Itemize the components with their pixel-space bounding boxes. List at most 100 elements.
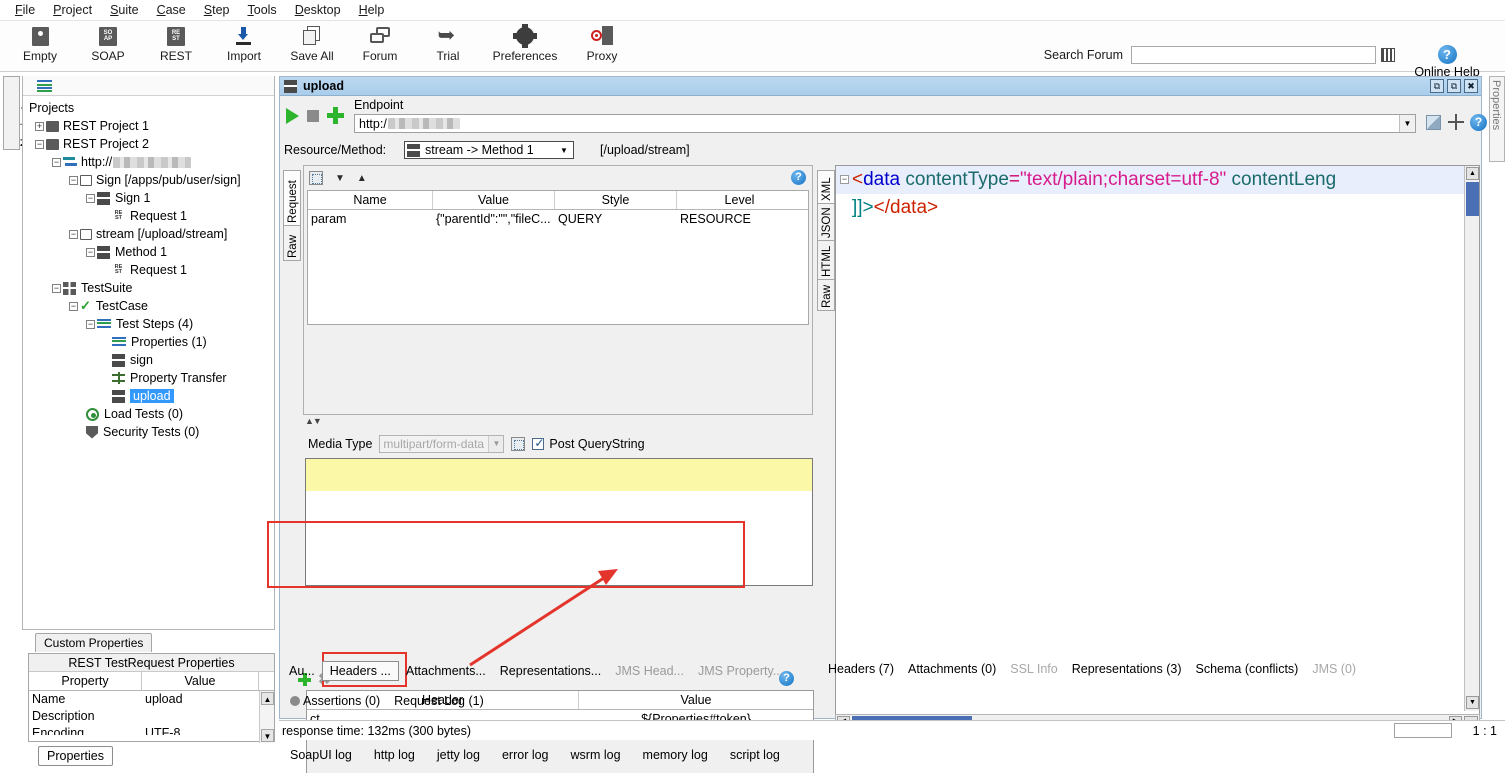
column-header-value[interactable]: Value (579, 691, 813, 709)
expander-icon[interactable]: − (86, 194, 95, 203)
tab-wsrm-log[interactable]: wsrm log (571, 748, 621, 762)
tree-item-endpoint[interactable]: − http:// (27, 153, 274, 171)
table-row[interactable]: Name upload (29, 691, 274, 708)
table-row[interactable]: param {"parentId":"","fileC... QUERY RES… (308, 210, 808, 229)
menu-item-tools[interactable]: Tools (239, 1, 286, 19)
toolbar-button-preferences[interactable]: Preferences (482, 24, 568, 63)
tree-item-stream-resource[interactable]: − stream [/upload/stream] (27, 225, 274, 243)
menu-item-suite[interactable]: Suite (101, 1, 148, 19)
close-icon[interactable]: ✖ (1464, 79, 1478, 93)
post-querystring-checkbox-wrap[interactable]: Post QueryString (532, 437, 644, 451)
expander-icon[interactable]: − (69, 230, 78, 239)
tab-soapui-log[interactable]: SoapUI log (290, 748, 352, 762)
toolbar-button-import[interactable]: Import (210, 24, 278, 63)
custom-properties-scrollbar[interactable]: ▲ ▼ (259, 691, 274, 743)
tab-ssl-info[interactable]: SSL Info (1010, 662, 1058, 676)
media-type-edit-icon[interactable] (511, 437, 525, 451)
resource-method-combo[interactable]: stream -> Method 1 ▼ (404, 141, 574, 159)
add-icon[interactable] (327, 107, 344, 124)
params-help-icon[interactable]: ? (791, 170, 806, 185)
maximize-icon[interactable]: ⧉ (1447, 79, 1461, 93)
scroll-down-icon[interactable]: ▼ (261, 729, 274, 742)
tab-schema[interactable]: Schema (conflicts) (1196, 662, 1299, 676)
stop-icon[interactable] (307, 110, 319, 122)
tree-item-security-tests[interactable]: Security Tests (0) (27, 423, 274, 441)
search-icon[interactable] (1381, 48, 1395, 62)
tab-assertions[interactable]: Assertions (0) (290, 694, 380, 708)
vertical-tab-xml[interactable]: XML (817, 170, 835, 204)
tab-jetty-log[interactable]: jetty log (437, 748, 480, 762)
tab-jms-headers[interactable]: JMS Head... (608, 662, 691, 680)
tree-item-property-transfer[interactable]: Property Transfer (27, 369, 274, 387)
tab-response-representations[interactable]: Representations (3) (1072, 662, 1182, 676)
tab-error-log[interactable]: error log (502, 748, 549, 762)
tree-item-test-steps[interactable]: − Test Steps (4) (27, 315, 274, 333)
toolbar-button-trial[interactable]: ➥ Trial (414, 24, 482, 63)
endpoint-edit-icon[interactable] (1426, 115, 1441, 130)
tab-custom-properties[interactable]: Custom Properties (35, 633, 152, 652)
tree-item-testsuite[interactable]: − TestSuite (27, 279, 274, 297)
expander-icon[interactable]: − (86, 320, 95, 329)
chevron-down-icon[interactable]: ▼ (335, 173, 345, 184)
expander-icon[interactable]: − (52, 284, 61, 293)
menu-item-project[interactable]: Project (44, 1, 101, 19)
tree-item-sign-method[interactable]: − Sign 1 (27, 189, 274, 207)
tab-attachments[interactable]: Attachments... (399, 662, 493, 680)
toolbar-button-soap[interactable]: SOAP SOAP (74, 24, 142, 63)
online-help-button[interactable]: ? Online Help (1399, 45, 1495, 79)
scroll-up-icon[interactable]: ▲ (1466, 167, 1479, 180)
tree-item-sign-step[interactable]: sign (27, 351, 274, 369)
expander-icon[interactable]: + (35, 122, 44, 131)
tab-headers[interactable]: Headers ... (322, 661, 399, 681)
expander-icon[interactable]: − (69, 302, 78, 311)
tree-item-upload-step[interactable]: upload (27, 387, 274, 405)
menu-item-desktop[interactable]: Desktop (286, 1, 350, 19)
expander-icon[interactable]: − (52, 158, 61, 167)
vertical-tab-request[interactable]: Request (283, 170, 301, 226)
restore-down-icon[interactable]: ⧉ (1430, 79, 1444, 93)
chevron-down-icon[interactable]: ▼ (488, 436, 503, 452)
tab-auth[interactable]: Au... (282, 662, 322, 680)
toolbar-button-empty[interactable]: Empty (6, 24, 74, 63)
media-type-combo[interactable]: multipart/form-data ▼ (379, 435, 504, 453)
navigator-vertical-tab[interactable]: Navigator (3, 76, 20, 150)
tab-representations[interactable]: Representations... (493, 662, 608, 680)
column-header-value[interactable]: Value (433, 191, 555, 209)
search-input[interactable] (1131, 46, 1376, 64)
vertical-tab-html[interactable]: HTML (817, 240, 835, 280)
tab-script-log[interactable]: script log (730, 748, 780, 762)
toolbar-button-proxy[interactable]: Proxy (568, 24, 636, 63)
endpoint-combo[interactable]: http:/ ▼ (354, 114, 1416, 133)
tree-item-sign-request[interactable]: REST Request 1 (27, 207, 274, 225)
toolbar-button-save-all[interactable]: Save All (278, 24, 346, 63)
table-row[interactable]: Description (29, 708, 274, 725)
column-header-value[interactable]: Value (142, 672, 259, 690)
column-header-property[interactable]: Property (29, 672, 142, 690)
expander-icon[interactable]: − (35, 140, 44, 149)
endpoint-add-icon[interactable] (1448, 114, 1464, 130)
list-view-icon[interactable] (37, 80, 52, 91)
chevron-up-icon[interactable]: ▲ (357, 173, 367, 184)
tree-item-stream-request[interactable]: REST Request 1 (27, 261, 274, 279)
menu-item-step[interactable]: Step (195, 1, 239, 19)
expander-icon[interactable]: − (69, 176, 78, 185)
expand-params-icon[interactable] (309, 171, 323, 185)
response-xml-editor[interactable]: − <data contentType="text/plain;charset=… (835, 165, 1480, 725)
pane-splitter[interactable]: ▲▼ (305, 416, 321, 426)
vertical-tab-json[interactable]: JSON (817, 203, 835, 241)
scrollbar-thumb[interactable] (1466, 182, 1479, 216)
tree-item-stream-method[interactable]: − Method 1 (27, 243, 274, 261)
menu-item-file[interactable]: File (6, 1, 44, 19)
tab-http-log[interactable]: http log (374, 748, 415, 762)
fold-toggle-icon[interactable]: − (840, 175, 849, 184)
column-header-name[interactable]: Name (308, 191, 433, 209)
run-icon[interactable] (286, 108, 299, 124)
column-header-style[interactable]: Style (555, 191, 677, 209)
tab-jms[interactable]: JMS (0) (1312, 662, 1356, 676)
table-row[interactable]: Encoding UTF-8 (29, 725, 274, 735)
post-querystring-checkbox[interactable] (532, 438, 544, 450)
tree-item-rest-project-1[interactable]: + REST Project 1 (27, 117, 274, 135)
tab-response-headers[interactable]: Headers (7) (828, 662, 894, 676)
scroll-up-icon[interactable]: ▲ (261, 692, 274, 705)
tree-item-load-tests[interactable]: Load Tests (0) (27, 405, 274, 423)
